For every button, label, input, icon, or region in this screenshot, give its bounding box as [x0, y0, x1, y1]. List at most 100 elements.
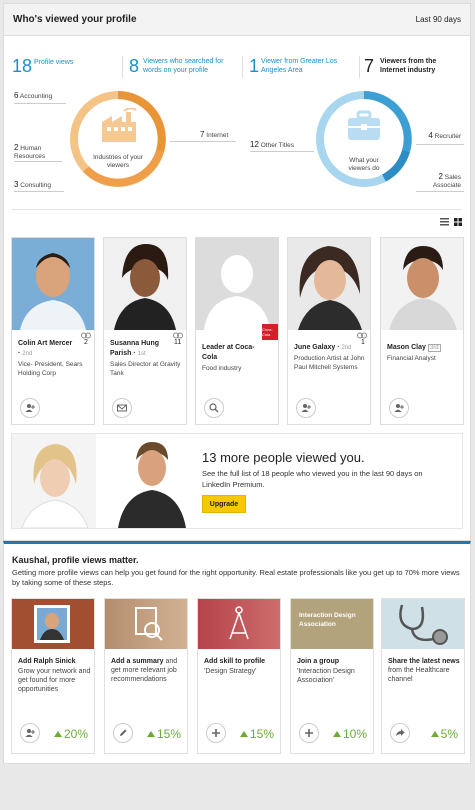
message-button[interactable]	[112, 398, 132, 418]
company-logo: Coca-Cola	[262, 324, 278, 340]
join-group-button[interactable]	[299, 723, 319, 743]
viewer-card[interactable]: Mason Clay 3rd Financial Analyst	[380, 237, 464, 425]
tip-image	[198, 599, 280, 649]
grid-view-icon[interactable]	[454, 218, 462, 226]
tip-image	[382, 599, 464, 649]
divider	[242, 56, 243, 78]
premium-upsell: 13 more people viewed you. See the full …	[11, 433, 463, 529]
plus-icon	[305, 729, 313, 737]
industry-consulting[interactable]: 3 Consulting	[14, 181, 51, 190]
group-logo-text: Interaction Design Association	[299, 612, 356, 628]
date-range[interactable]: Last 90 days	[416, 15, 461, 24]
viewer-name[interactable]: Colin Art Mercer · 2nd	[18, 339, 76, 359]
factory-icon	[102, 108, 137, 142]
tip-card-title: Join a group	[297, 658, 339, 665]
tip-impact: 5%	[430, 727, 458, 741]
tip-card[interactable]: Add a summary and get more relevant job …	[104, 598, 188, 754]
edit-button[interactable]	[113, 723, 133, 743]
add-person-icon	[394, 404, 404, 412]
viewer-name[interactable]: Mason Clay 3rd	[387, 343, 461, 353]
search-icon	[209, 403, 219, 413]
tip-card-title: Add a summary and get more relevant job …	[111, 658, 178, 683]
title-other[interactable]: 12 Other Titles	[250, 141, 294, 150]
add-skill-button[interactable]	[206, 723, 226, 743]
premium-title: 13 more people viewed you.	[202, 450, 365, 465]
viewer-photo[interactable]	[12, 238, 94, 330]
viewer-photo[interactable]	[104, 238, 186, 330]
divider	[14, 161, 62, 162]
share-button[interactable]	[390, 723, 410, 743]
shared-connections-icon	[173, 332, 183, 339]
stat-profile-views[interactable]: 18 Profile views	[12, 54, 122, 80]
stat-search-viewers[interactable]: 8 Viewers who searched for words on your…	[129, 54, 239, 80]
tip-card-text: 'Design Strategy'	[204, 668, 257, 675]
list-view-icon[interactable]	[440, 218, 449, 226]
tip-card[interactable]: Add Ralph Sinick Grow your network and g…	[11, 598, 95, 754]
tip-image: Interaction Design Association	[291, 599, 373, 649]
upgrade-button[interactable]: Upgrade	[202, 495, 246, 513]
title-recruiter[interactable]: 4 Recruiter	[428, 132, 461, 141]
blurred-viewer-photo[interactable]	[114, 434, 190, 528]
viewer-headline: Financial Analyst	[387, 355, 436, 362]
industry-internet[interactable]: 7 Internet	[200, 131, 228, 140]
stat-industry-viewers[interactable]: 7 Viewers from the Internet industry	[364, 54, 464, 80]
viewer-card[interactable]: 1 June Galaxy · 2nd Production Artist at…	[287, 237, 371, 425]
title-sales-associate[interactable]: 2 Sales Associate	[425, 173, 461, 190]
connect-button[interactable]	[296, 398, 316, 418]
viewer-photo-placeholder[interactable]	[196, 238, 278, 330]
viewer-name[interactable]: Susanna Hung Parish · 1st	[110, 339, 170, 359]
industry-human-resources[interactable]: 2 Human Resources	[14, 144, 54, 161]
connect-button[interactable]	[20, 723, 40, 743]
tip-card[interactable]: Add skill to profile 'Design Strategy' 1…	[197, 598, 281, 754]
viewer-photo[interactable]	[288, 238, 370, 330]
up-arrow-icon	[53, 731, 62, 737]
profile-views-panel: Who's viewed your profile Last 90 days 1…	[3, 3, 471, 541]
tip-image	[12, 599, 94, 649]
divider	[14, 191, 64, 192]
industry-accounting[interactable]: 6 Accounting	[14, 92, 52, 101]
search-button[interactable]	[204, 398, 224, 418]
page-title: Who's viewed your profile	[13, 14, 137, 25]
tips-title: Kaushal, profile views matter.	[12, 555, 139, 565]
viewer-headline: Vice- President, Sears Holding Corp	[18, 361, 83, 377]
divider	[250, 151, 314, 152]
stat-location-viewers[interactable]: 1 Viewer from Greater Los Angeles Area	[249, 54, 359, 80]
stat-label: Viewers who searched for words on your p…	[143, 58, 224, 74]
connect-button[interactable]	[20, 398, 40, 418]
divider	[14, 103, 66, 104]
industries-center-label: Industries of your viewers	[93, 154, 143, 169]
tip-card-text: 'Interaction Design Association'	[297, 668, 355, 684]
tip-impact: 15%	[239, 727, 274, 741]
tips-text: Getting more profile views can help you …	[12, 568, 460, 587]
divider	[416, 191, 464, 192]
connect-button[interactable]	[389, 398, 409, 418]
add-person-icon	[25, 729, 35, 737]
divider	[416, 144, 464, 145]
shared-connections-icon	[357, 332, 367, 339]
stat-label: Profile views	[34, 59, 74, 66]
stat-number: 18	[12, 56, 33, 76]
viewer-name[interactable]: Leader at Coca-Cola	[202, 343, 262, 363]
add-person-icon	[301, 404, 311, 412]
viewer-photo[interactable]	[381, 238, 463, 330]
viewer-card[interactable]: 11 Susanna Hung Parish · 1st Sales Direc…	[103, 237, 187, 425]
tip-impact: 10%	[332, 727, 367, 741]
viewer-card[interactable]: 2 Colin Art Mercer · 2nd Vice- President…	[11, 237, 95, 425]
tip-card[interactable]: Interaction Design Association Join a gr…	[290, 598, 374, 754]
tip-image	[105, 599, 187, 649]
premium-text: See the full list of 18 people who viewe…	[202, 469, 423, 489]
viewer-name[interactable]: June Galaxy · 2nd	[294, 343, 360, 353]
add-person-icon	[25, 404, 35, 412]
up-arrow-icon	[239, 731, 248, 737]
viewer-card[interactable]: Coca-Cola Leader at Coca-Cola Food indus…	[195, 237, 279, 425]
tip-card[interactable]: Share the latest news from the Healthcar…	[381, 598, 465, 754]
stat-label: Viewer from Greater Los Angeles Area	[261, 58, 338, 74]
tip-card-title: Add skill to profile	[204, 658, 266, 665]
stat-number: 1	[249, 56, 260, 76]
tip-impact: 15%	[146, 727, 181, 741]
share-arrow-icon	[396, 729, 405, 736]
tip-card-title: Add Ralph Sinick	[18, 658, 76, 665]
titles-center-label: What your viewers do	[348, 157, 380, 172]
blurred-viewer-photo[interactable]	[12, 434, 96, 528]
up-arrow-icon	[146, 731, 155, 737]
